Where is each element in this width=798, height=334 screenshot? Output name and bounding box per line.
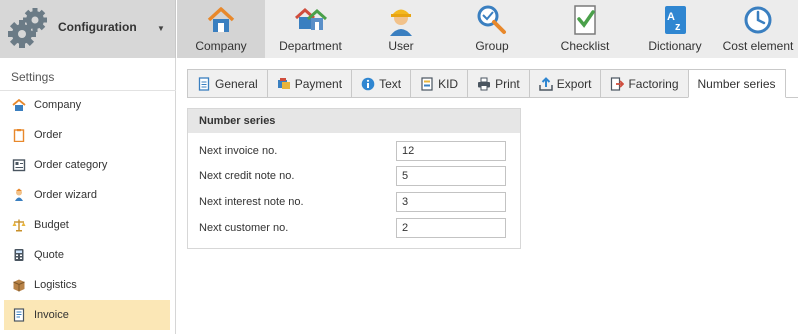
number-series-group: Number series Next invoice no. Next cred… bbox=[187, 108, 521, 249]
sidebar-item-budget[interactable]: Budget bbox=[4, 210, 170, 240]
export-icon bbox=[539, 76, 553, 91]
ribbon-cost-element-label: Cost element bbox=[722, 39, 794, 53]
ribbon-dictionary-label: Dictionary bbox=[648, 39, 702, 53]
svg-text:z: z bbox=[675, 21, 681, 33]
next-customer-input[interactable] bbox=[396, 218, 506, 238]
ribbon-company-label: Company bbox=[195, 39, 247, 53]
document-icon bbox=[198, 76, 210, 91]
ribbon-cost-element[interactable]: Cost element bbox=[718, 0, 798, 58]
next-customer-label: Next customer no. bbox=[199, 222, 289, 234]
sidebar-item-order-wizard[interactable]: Order wizard bbox=[4, 180, 170, 210]
gears-icon bbox=[8, 8, 47, 48]
ribbon-checklist[interactable]: Checklist bbox=[538, 0, 632, 58]
tab-general[interactable]: General bbox=[187, 69, 267, 98]
next-interest-note-input[interactable] bbox=[396, 192, 506, 212]
field-row-invoice: Next invoice no. bbox=[188, 141, 520, 163]
clock-icon bbox=[744, 6, 772, 34]
category-icon bbox=[12, 159, 26, 172]
ribbon-dictionary[interactable]: A z Dictionary bbox=[632, 0, 718, 58]
ribbon-checklist-label: Checklist bbox=[560, 39, 610, 53]
tab-payment[interactable]: Payment bbox=[266, 69, 352, 98]
ribbon-user-label: User bbox=[388, 39, 414, 53]
next-invoice-input[interactable] bbox=[396, 141, 506, 161]
sidebar-item-label: Budget bbox=[34, 219, 69, 231]
tab-factoring[interactable]: Factoring bbox=[600, 69, 688, 98]
ribbon-department[interactable]: Department bbox=[265, 0, 356, 58]
wizard-icon bbox=[15, 188, 23, 201]
sidebar-item-label: Company bbox=[34, 99, 82, 111]
tab-print-label: Print bbox=[495, 76, 520, 91]
house-icon bbox=[12, 98, 26, 111]
tab-kid[interactable]: KID bbox=[410, 69, 468, 98]
svg-text:A: A bbox=[667, 11, 675, 23]
group-search-icon bbox=[477, 5, 506, 34]
clipboard-icon bbox=[13, 129, 25, 142]
tab-export-label: Export bbox=[556, 76, 592, 91]
field-row-credit-note: Next credit note no. bbox=[188, 166, 520, 188]
sidebar-item-order-category[interactable]: Order category bbox=[4, 150, 170, 180]
tab-factoring-label: Factoring bbox=[628, 76, 679, 91]
box-icon bbox=[13, 279, 25, 292]
printer-icon bbox=[478, 77, 491, 90]
sidebar-title: Settings bbox=[11, 70, 55, 84]
ribbon-toolbar: Company Department User Group Checklist … bbox=[177, 0, 798, 58]
tab-kid-label: KID bbox=[438, 76, 459, 91]
sidebar-item-label: Order wizard bbox=[34, 189, 97, 201]
tab-print[interactable]: Print bbox=[467, 69, 529, 98]
tab-number-series[interactable]: Number series bbox=[687, 69, 786, 98]
tab-text[interactable]: Text bbox=[351, 69, 411, 98]
worker-icon bbox=[390, 9, 412, 36]
sidebar-item-quote[interactable]: Quote bbox=[4, 240, 170, 270]
payment-icon bbox=[277, 77, 290, 89]
ribbon-group[interactable]: Group bbox=[446, 0, 538, 58]
sidebar-item-logistics[interactable]: Logistics bbox=[4, 270, 170, 300]
sidebar-item-label: Invoice bbox=[34, 309, 69, 321]
ribbon-company[interactable]: Company bbox=[177, 0, 265, 58]
checklist-icon bbox=[574, 5, 596, 35]
ribbon-group-label: Group bbox=[475, 39, 509, 53]
sidebar-item-company[interactable]: Company bbox=[4, 90, 170, 120]
configuration-menu[interactable]: Configuration ▼ bbox=[0, 0, 176, 58]
tab-number-series-label: Number series bbox=[697, 76, 776, 91]
info-icon bbox=[361, 77, 375, 90]
tab-export[interactable]: Export bbox=[528, 69, 601, 98]
tab-text-label: Text bbox=[379, 76, 402, 91]
sidebar-item-label: Quote bbox=[34, 249, 64, 261]
field-row-customer: Next customer no. bbox=[188, 218, 520, 240]
next-credit-note-label: Next credit note no. bbox=[199, 170, 295, 182]
configuration-label: Configuration bbox=[58, 20, 137, 34]
group-title: Number series bbox=[188, 109, 520, 133]
invoice-tabs: General Payment Text KID Print Export Fa… bbox=[187, 69, 786, 98]
houses-icon bbox=[294, 7, 327, 30]
sidebar-item-invoice[interactable]: Invoice bbox=[4, 300, 170, 330]
invoice-icon bbox=[13, 308, 25, 322]
sidebar-item-label: Logistics bbox=[34, 279, 77, 291]
settings-sidebar: Settings Company Order Order category Or… bbox=[0, 58, 176, 334]
calculator-icon bbox=[14, 249, 24, 261]
next-credit-note-input[interactable] bbox=[396, 166, 506, 186]
kid-icon bbox=[421, 76, 433, 91]
ribbon-user[interactable]: User bbox=[356, 0, 446, 58]
tab-payment-label: Payment bbox=[294, 76, 343, 91]
sidebar-item-order[interactable]: Order bbox=[4, 120, 170, 150]
next-interest-note-label: Next interest note no. bbox=[199, 196, 304, 208]
caret-down-icon: ▼ bbox=[157, 24, 165, 33]
dictionary-icon: A z bbox=[665, 6, 686, 34]
factoring-icon bbox=[611, 76, 625, 91]
house-icon bbox=[207, 7, 235, 32]
next-invoice-label: Next invoice no. bbox=[199, 145, 278, 157]
tab-general-label: General bbox=[215, 76, 258, 91]
scales-icon bbox=[12, 219, 26, 232]
ribbon-department-label: Department bbox=[279, 39, 342, 53]
field-row-interest-note: Next interest note no. bbox=[188, 192, 520, 214]
sidebar-item-label: Order bbox=[34, 129, 63, 141]
sidebar-item-label: Order category bbox=[34, 159, 108, 171]
